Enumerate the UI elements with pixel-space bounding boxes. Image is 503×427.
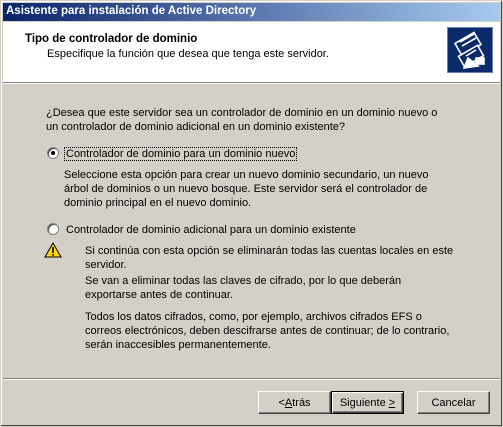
question-text: ¿Desea que este servidor sea un controla…	[46, 107, 438, 133]
warning-text-accounts: Si continúa con esta opción se eliminará…	[85, 245, 454, 271]
page-subtitle: Especifique la función que desea que ten…	[47, 48, 329, 60]
radio-new-domain-label[interactable]: Controlador de dominio para un dominio n…	[63, 147, 298, 161]
next-button[interactable]: Siguiente >	[331, 391, 404, 414]
back-button[interactable]: < Atrás	[258, 391, 331, 414]
page-title: Tipo de controlador de dominio	[25, 33, 198, 45]
active-directory-wizard-icon	[447, 27, 493, 73]
radio-button-checked[interactable]	[47, 147, 59, 159]
warning-icon	[44, 241, 62, 258]
warning-text-keys: Se van a eliminar todas las claves de ci…	[85, 275, 402, 301]
wizard-window: Asistente para instalación de Active Dir…	[0, 0, 503, 427]
new-domain-description: Seleccione esta opción para crear un nue…	[64, 169, 429, 209]
back-button-hotkey: A	[284, 396, 293, 409]
header-divider	[3, 82, 500, 84]
radio-existing-domain[interactable]: Controlador de dominio adicional para un…	[47, 223, 357, 236]
back-button-post: trás	[292, 396, 311, 409]
warning-text-encrypted-data: Todos los datos cifrados, como, por ejem…	[85, 311, 450, 351]
next-button-pre: Siguiente	[339, 396, 389, 409]
title-bar[interactable]: Asistente para instalación de Active Dir…	[3, 3, 500, 21]
next-button-hotkey: >	[388, 396, 396, 409]
footer-divider	[3, 378, 500, 380]
wizard-header: Tipo de controlador de dominio Especifiq…	[3, 22, 500, 82]
radio-button-unchecked[interactable]	[47, 223, 59, 235]
window-title: Asistente para instalación de Active Dir…	[6, 5, 257, 17]
radio-new-domain[interactable]: Controlador de dominio para un dominio n…	[47, 147, 298, 161]
radio-existing-domain-label[interactable]: Controlador de dominio adicional para un…	[65, 224, 357, 236]
cancel-button[interactable]: Cancelar	[417, 391, 490, 414]
